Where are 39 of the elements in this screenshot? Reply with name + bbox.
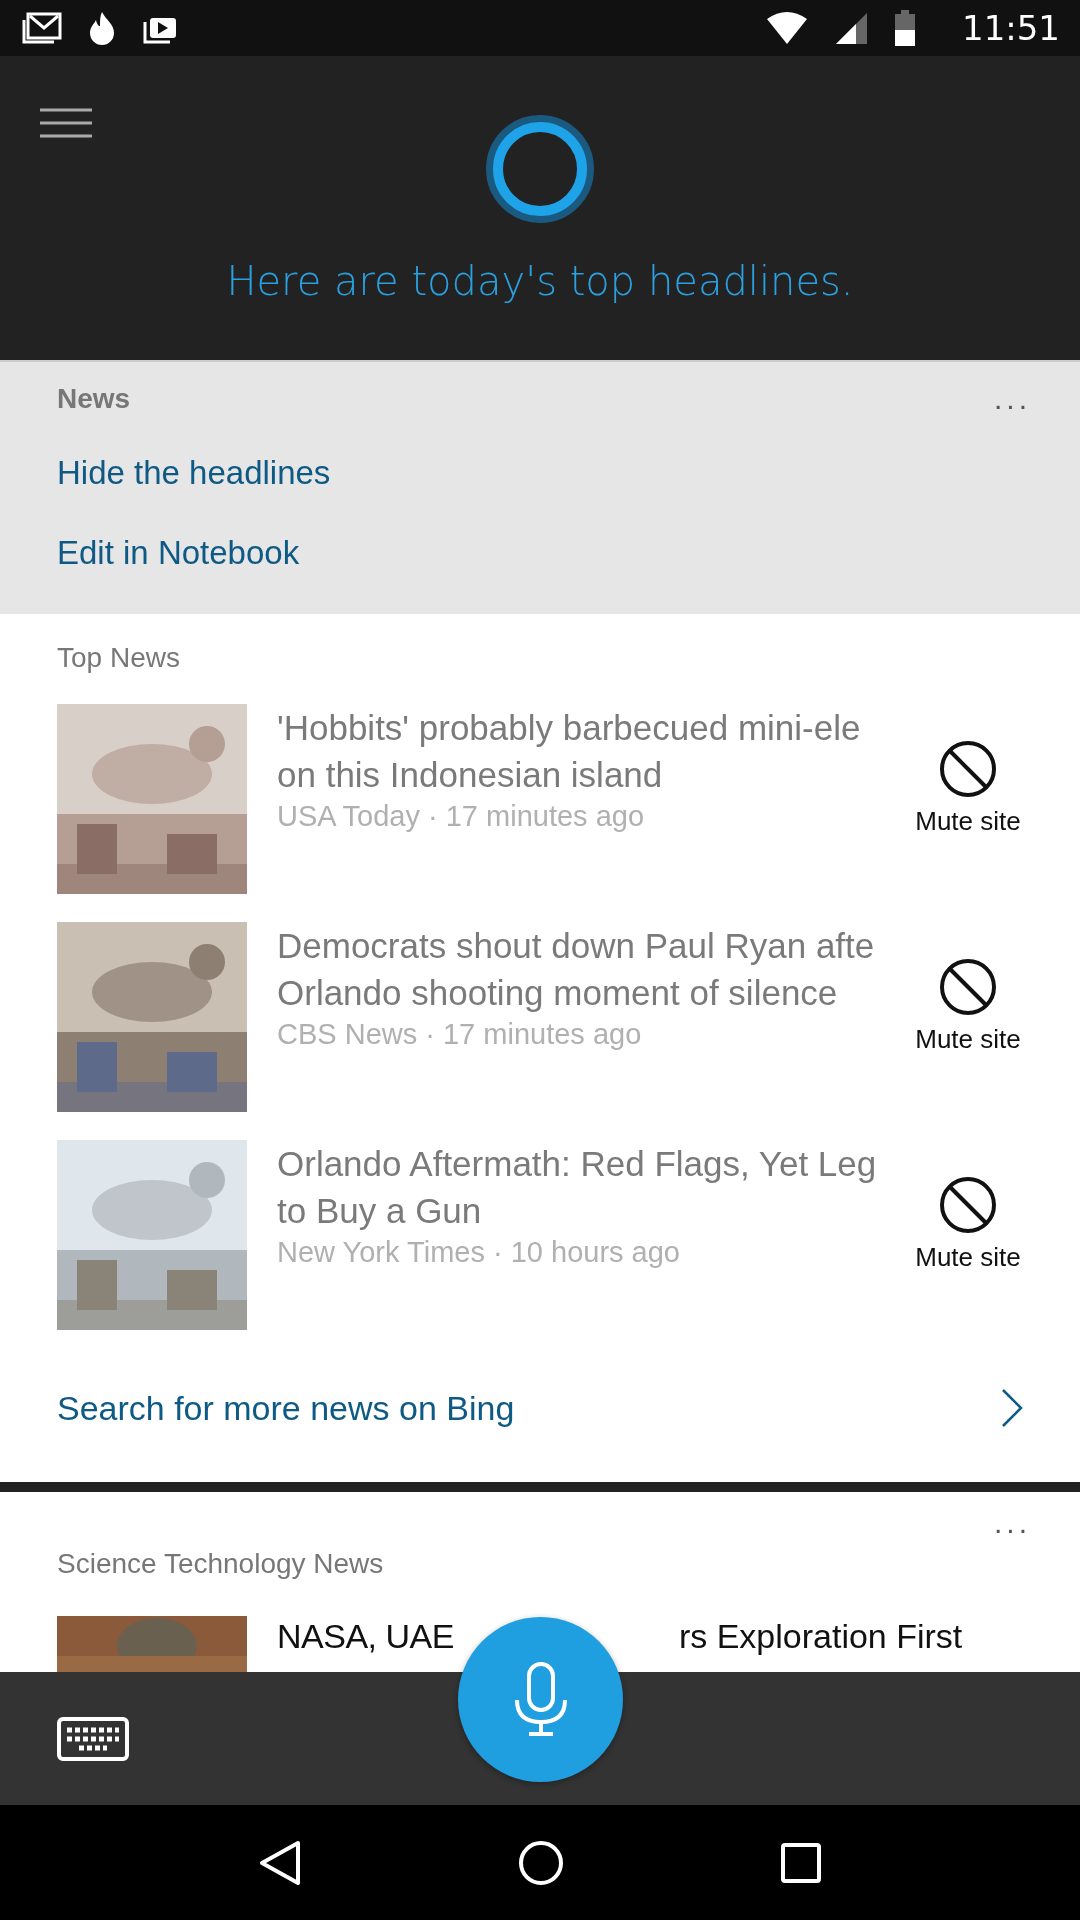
panel-link[interactable]: Edit in Notebook <box>57 534 300 572</box>
battery-icon <box>894 10 916 46</box>
article-source: New York Times · 10 hours ago <box>277 1235 681 1270</box>
section-title: Science Technology News <box>57 1548 385 1580</box>
flame-icon <box>88 10 116 46</box>
greeting-text: Here are today's top headlines. <box>226 258 854 304</box>
bing-search-link[interactable]: Search for more news on Bing <box>57 1388 1023 1482</box>
keyboard-icon[interactable] <box>57 1716 129 1761</box>
signal-icon <box>834 11 868 45</box>
mute-site-button[interactable]: Mute site <box>893 740 1043 837</box>
block-icon <box>939 958 997 1016</box>
wifi-icon <box>766 11 808 45</box>
block-icon <box>939 740 997 798</box>
headline-line[interactable]: 'Hobbits' probably barbecued mini-ele <box>277 704 877 751</box>
article-source: USA Today · 17 minutes ago <box>277 799 646 834</box>
mute-site-button[interactable]: Mute site <box>893 958 1043 1055</box>
menu-icon[interactable] <box>40 108 92 138</box>
clock: 11:51 <box>962 8 1060 48</box>
headline-line[interactable]: to Buy a Gun <box>277 1187 877 1234</box>
back-button[interactable] <box>257 1838 302 1887</box>
recent-apps-button[interactable] <box>780 1841 823 1884</box>
mail-icon <box>22 12 62 44</box>
more-options[interactable]: ... <box>994 1506 1031 1540</box>
chevron-right-icon <box>1001 1388 1023 1428</box>
headline-line[interactable]: Democrats shout down Paul Ryan afte <box>277 922 877 969</box>
more-options[interactable]: ... <box>994 382 1031 416</box>
block-icon <box>939 1176 997 1234</box>
headline-text[interactable]: rs Exploration First <box>678 1616 963 1656</box>
microphone-icon <box>512 1661 569 1738</box>
headline-line[interactable]: on this Indonesian island <box>277 751 877 798</box>
headline-text[interactable]: NASA, UAE <box>277 1616 454 1656</box>
article-source: CBS News · 17 minutes ago <box>277 1017 643 1052</box>
mute-site-button[interactable]: Mute site <box>893 1176 1043 1273</box>
section-title: Top News <box>57 642 181 674</box>
home-button[interactable] <box>517 1838 565 1887</box>
headline-line[interactable]: Orlando Aftermath: Red Flags, Yet Leg <box>277 1140 877 1187</box>
panel-link[interactable]: Hide the headlines <box>57 454 331 492</box>
panel-title: News <box>57 383 131 415</box>
headline-line[interactable]: Orlando shooting moment of silence <box>277 969 877 1016</box>
